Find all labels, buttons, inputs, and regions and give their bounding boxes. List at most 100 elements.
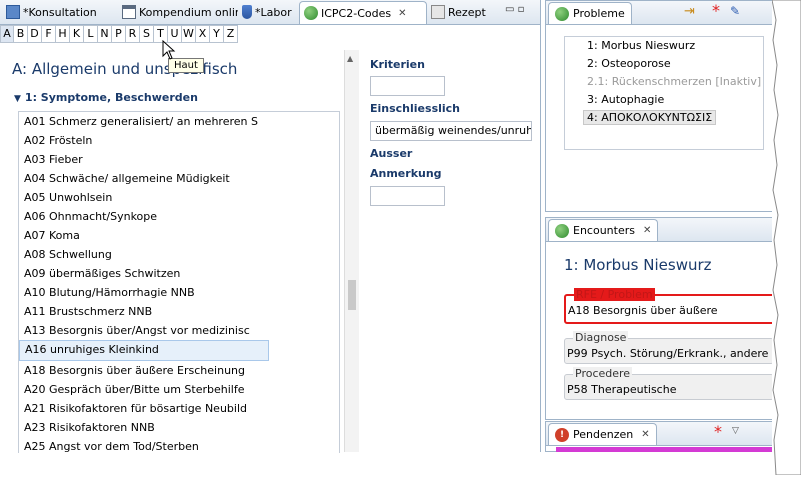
diagnose-label: Diagnose [573, 331, 629, 344]
code-row[interactable]: A09 übermäßiges Schwitzen [19, 264, 339, 283]
alert-icon: ! [555, 427, 569, 442]
code-row[interactable]: A11 Brustschmerz NNB [19, 302, 339, 321]
tooltip: Haut [168, 58, 204, 73]
code-row[interactable]: A20 Gespräch über/Bitte um Sterbehilfe [19, 380, 339, 399]
code-row[interactable]: A25 Angst vor dem Tod/Sterben [19, 437, 339, 453]
einschliesslich-field[interactable]: übermäßig weinendes/unruh [370, 121, 532, 141]
rfe-label: RFE / Problem [574, 288, 655, 301]
link-arrow-icon[interactable]: ⇥ [684, 4, 695, 19]
letter-r[interactable]: R [126, 25, 140, 43]
pendenzen-header: ! Pendenzen ✕ * ▽ [546, 422, 784, 446]
close-icon[interactable]: ✕ [641, 429, 649, 440]
code-row[interactable]: A04 Schwäche/ allgemeine Müdigkeit [19, 169, 339, 188]
tab-konsultation[interactable]: *Konsultation [2, 2, 122, 22]
new-pendenz-star-icon[interactable]: * [714, 422, 722, 441]
group-header[interactable]: ▼ 1: Symptome, Beschwerden [14, 91, 198, 104]
problem-row[interactable]: 3: Autophagie [565, 91, 763, 109]
einschliesslich-label: Einschliesslich [370, 102, 461, 115]
printer-icon [431, 5, 445, 19]
problem-label: 3: Autophagie [587, 93, 665, 106]
code-row[interactable]: A16 unruhiges Kleinkind [19, 340, 269, 361]
encounters-header: Encounters ✕ [546, 218, 784, 242]
rfe-group[interactable]: RFE / Problem A18 Besorgnis über äußere [564, 288, 776, 324]
tab-label: *Labor [255, 5, 292, 19]
letter-z[interactable]: Z [224, 25, 238, 43]
procedere-group[interactable]: Procedere P58 Therapeutische [564, 367, 774, 400]
tab-encounters[interactable]: Encounters ✕ [548, 219, 659, 241]
kriterien-label: Kriterien [370, 58, 425, 71]
problem-row[interactable]: 2: Osteoporose [565, 55, 763, 73]
scroll-up-icon[interactable]: ▲ [347, 54, 353, 63]
problem-row[interactable]: 4: ΑΠΟΚΟΛΟΚΥΝΤΩΣΙΣ [565, 109, 763, 127]
letter-f[interactable]: F [42, 25, 56, 43]
diagnose-group[interactable]: Diagnose P99 Psych. Störung/Erkrank., an… [564, 331, 774, 364]
encounter-heading: 1: Morbus Nieswurz [564, 256, 712, 274]
letter-l[interactable]: L [84, 25, 98, 43]
editor-tab-bar: *Konsultation Kompendium online *Labor I… [0, 0, 540, 25]
group-label: 1: Symptome, Beschwerden [24, 91, 198, 104]
probleme-panel: Probleme ⇥ * ✎ 1: Morbus Nieswurz 2: Oste… [545, 0, 785, 212]
view-menu-button[interactable]: ▭ ▫ [505, 4, 535, 15]
tab-label: Rezept [448, 5, 486, 19]
code-row[interactable]: A23 Risikofaktoren NNB [19, 418, 339, 437]
anmerkung-label: Anmerkung [370, 167, 442, 180]
code-row[interactable]: A06 Ohnmacht/Synkope [19, 207, 339, 226]
procedere-value: P58 Therapeutische [567, 383, 677, 396]
letter-a[interactable]: A [0, 25, 14, 43]
letter-x[interactable]: X [196, 25, 210, 43]
code-row[interactable]: A07 Koma [19, 226, 339, 245]
panel-title: Probleme [573, 7, 625, 20]
tab-probleme[interactable]: Probleme [548, 2, 632, 24]
code-row[interactable]: A21 Risikofaktoren für bösartige Neubild [19, 399, 339, 418]
letter-p[interactable]: P [112, 25, 126, 43]
diagnose-value: P99 Psych. Störung/Erkrank., andere [567, 347, 769, 360]
problem-list[interactable]: 1: Morbus Nieswurz 2: Osteoporose 2.1: Rüc… [564, 36, 764, 150]
new-problem-star-icon[interactable]: * [712, 1, 720, 20]
tab-labor[interactable]: *Labor [238, 2, 300, 22]
tab-rezept[interactable]: Rezept [427, 2, 497, 22]
tab-kompendium[interactable]: Kompendium online [118, 2, 238, 22]
close-icon[interactable]: ✕ [398, 8, 406, 19]
tab-pendenzen[interactable]: ! Pendenzen ✕ [548, 423, 657, 445]
code-row[interactable]: A03 Fieber [19, 150, 339, 169]
close-icon[interactable]: ✕ [643, 225, 651, 236]
code-row[interactable]: A10 Blutung/Hämorrhagie NNB [19, 283, 339, 302]
panel-title: Encounters [573, 224, 635, 237]
letter-k[interactable]: K [70, 25, 84, 43]
tab-icpc2-codes[interactable]: ICPC2-Codes ✕ [299, 1, 427, 24]
scroll-thumb[interactable] [348, 280, 356, 310]
problem-label: 2: Osteoporose [587, 57, 671, 70]
problem-globe-icon [555, 6, 569, 21]
code-row[interactable]: A05 Unwohlsein [19, 188, 339, 207]
pendenzen-strip [556, 447, 776, 452]
code-row[interactable]: A13 Besorgnis über/Angst vor medizinisc [19, 321, 339, 340]
mouse-cursor-icon [162, 40, 176, 60]
torn-edge-shape [771, 0, 801, 476]
icpc-globe-icon [304, 6, 318, 20]
code-row[interactable]: A01 Schmerz generalisiert/ an mehreren S [19, 112, 339, 131]
letter-w[interactable]: W [182, 25, 196, 43]
letter-b[interactable]: B [14, 25, 28, 43]
anmerkung-field[interactable] [370, 186, 445, 206]
code-list[interactable]: A01 Schmerz generalisiert/ an mehreren S… [18, 111, 340, 453]
letter-h[interactable]: H [56, 25, 70, 43]
rfe-value: A18 Besorgnis über äußere [568, 304, 718, 317]
problem-label: 2.1: Rückenschmerzen [Inaktiv] [587, 75, 762, 88]
kriterien-field[interactable] [370, 76, 445, 96]
code-row[interactable]: A02 Frösteln [19, 131, 339, 150]
view-menu-icon[interactable]: ▽ [732, 426, 739, 436]
problem-row[interactable]: 1: Morbus Nieswurz [565, 37, 763, 55]
letter-s[interactable]: S [140, 25, 154, 43]
panel-title: Pendenzen [573, 428, 634, 441]
code-row[interactable]: A18 Besorgnis über äußere Erscheinung [19, 361, 339, 380]
browser-window-icon [122, 5, 136, 19]
letter-n[interactable]: N [98, 25, 112, 43]
letter-d[interactable]: D [28, 25, 42, 43]
code-row[interactable]: A08 Schwellung [19, 245, 339, 264]
torn-edge [771, 0, 801, 476]
problem-row[interactable]: 2.1: Rückenschmerzen [Inaktiv] [565, 73, 763, 91]
edit-icon[interactable]: ✎ [730, 4, 740, 18]
letter-y[interactable]: Y [210, 25, 224, 43]
splitter-scrollbar[interactable]: ▲ [344, 50, 359, 452]
expand-triangle-icon[interactable]: ▼ [14, 94, 21, 104]
